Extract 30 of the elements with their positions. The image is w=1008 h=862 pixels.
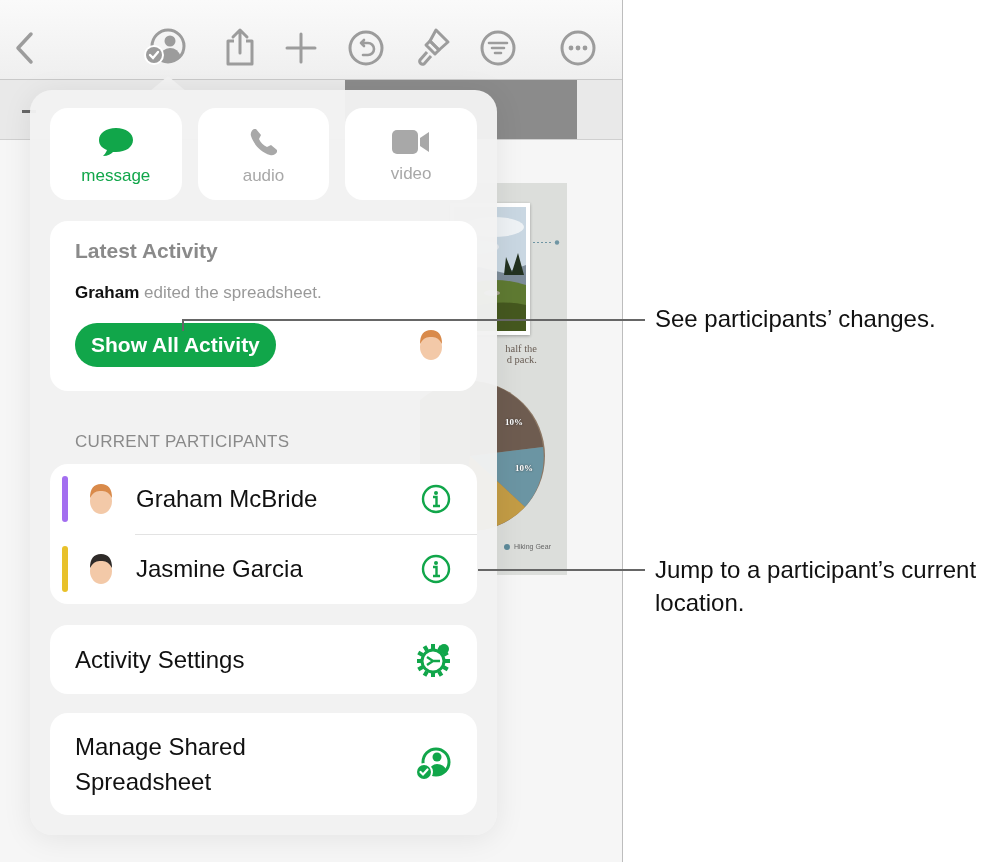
undo-icon[interactable] (348, 30, 384, 66)
section-title: Latest Activity (75, 239, 219, 263)
menu-item[interactable]: Manage Shared Spreadsheet (50, 713, 477, 815)
participant-row[interactable]: Graham McBride (50, 464, 477, 534)
shared-person-icon (415, 747, 451, 781)
filter-icon[interactable] (480, 30, 516, 66)
pie-label: 10% (505, 417, 523, 427)
gear-icon (417, 642, 451, 677)
pie-label: 10% (515, 463, 533, 473)
more-icon[interactable] (560, 30, 596, 66)
menu-item[interactable]: Activity Settings (50, 625, 477, 694)
leader-dots (533, 240, 560, 245)
share-icon[interactable] (224, 27, 256, 67)
back-icon[interactable] (14, 31, 34, 65)
caption-text: d pack. (505, 354, 537, 365)
collaboration-icon[interactable] (142, 27, 188, 67)
add-icon[interactable] (285, 32, 317, 64)
info-icon[interactable] (421, 554, 451, 584)
video-camera-icon (391, 128, 432, 156)
legend-dot (504, 543, 510, 550)
caption-text: half the (504, 343, 537, 354)
participant-name: Graham McBride (136, 485, 319, 513)
callout-text: Jump to a participant’s current location. (655, 555, 978, 618)
speech-bubble-icon (97, 126, 134, 158)
info-icon[interactable] (421, 484, 451, 514)
participant-name: Jasmine Garcia (136, 555, 304, 583)
participant-row[interactable]: Jasmine Garcia (50, 534, 477, 604)
activity-text: Graham edited the spreadsheet. (75, 283, 323, 303)
section-header: CURRENT PARTICIPANTS (75, 432, 291, 452)
callout-text: See participants’ changes. (655, 304, 936, 334)
